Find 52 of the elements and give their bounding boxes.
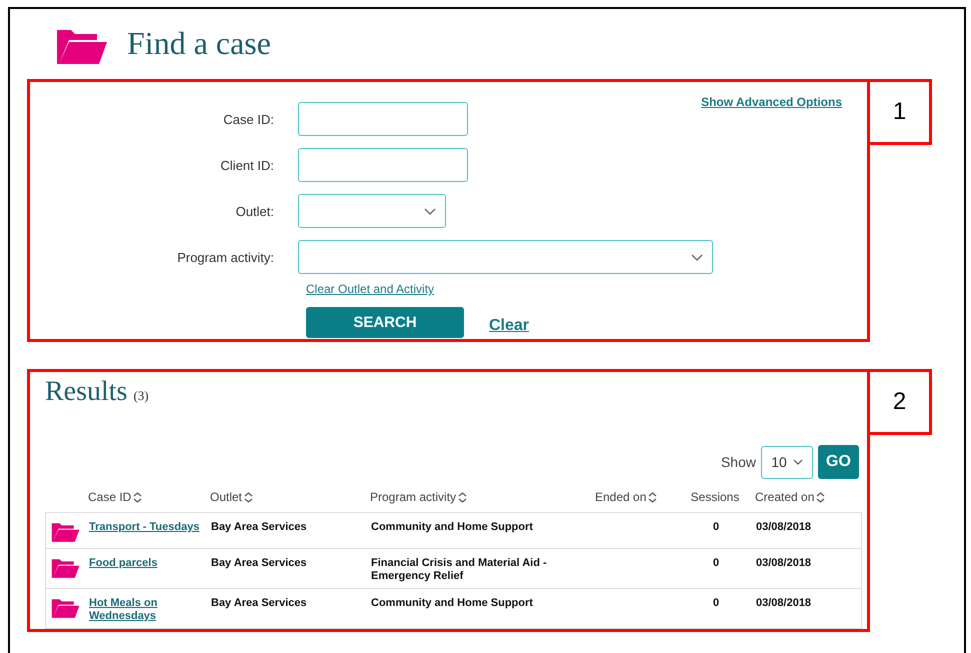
sort-icon[interactable]: [133, 492, 142, 502]
text-field[interactable]: [298, 102, 468, 136]
table-cell: Bay Area Services: [211, 521, 307, 533]
table-cell: 03/08/2018: [756, 557, 812, 569]
table-cell: Community and Home Support: [371, 597, 533, 609]
folder-icon: [50, 597, 80, 619]
clear-outlet-activity-link[interactable]: Clear Outlet and Activity: [306, 282, 434, 296]
column-header[interactable]: Program activity: [370, 490, 456, 504]
chevron-down-icon: [424, 208, 436, 214]
results-count: (3): [133, 388, 149, 404]
field-label: Case ID:: [222, 112, 274, 126]
case-link[interactable]: Food parcels: [89, 557, 158, 570]
text-field[interactable]: [298, 148, 468, 182]
folder-icon: [50, 521, 80, 543]
dropdown-field[interactable]: [298, 240, 713, 274]
table-cell: 03/08/2018: [756, 597, 812, 609]
table-cell: 03/08/2018: [756, 521, 812, 533]
table-cell: Bay Area Services: [211, 557, 307, 569]
table-cell: Bay Area Services: [211, 597, 307, 609]
column-header[interactable]: Case ID: [88, 490, 132, 504]
field-label: Program activity:: [176, 250, 274, 264]
table-cell: 0: [712, 557, 720, 569]
callout-number: 2: [867, 369, 932, 435]
table-cell: 0: [712, 521, 720, 533]
go-button[interactable]: GO: [818, 445, 859, 479]
show-label: Show: [720, 454, 756, 470]
table-cell: Community and Home Support: [371, 521, 533, 533]
field-label: Client ID:: [220, 158, 274, 172]
column-header[interactable]: Outlet: [210, 490, 242, 504]
case-link[interactable]: Transport - Tuesdays: [89, 521, 200, 534]
table-cell: Financial Crisis and Material Aid - Emergency Relief: [371, 557, 547, 582]
sort-icon[interactable]: [648, 492, 658, 502]
callout-number: 1: [867, 79, 932, 145]
column-header[interactable]: Ended on: [595, 490, 646, 504]
dropdown-field[interactable]: [298, 194, 446, 228]
chevron-down-icon: [691, 254, 703, 260]
folder-icon: [50, 557, 80, 579]
sort-icon[interactable]: [458, 492, 468, 502]
field-label: Outlet:: [234, 204, 274, 218]
table-cell: 0: [712, 597, 720, 609]
page-title: Find a case: [127, 24, 271, 62]
results-title: Results: [45, 376, 128, 408]
page-size-dropdown[interactable]: 10: [761, 446, 813, 478]
column-header: Sessions: [690, 490, 740, 504]
sort-icon[interactable]: [816, 492, 826, 502]
case-link[interactable]: Hot Meals on Wednesdays: [89, 597, 206, 623]
search-button[interactable]: SEARCH: [306, 307, 464, 338]
column-header[interactable]: Created on: [755, 490, 814, 504]
sort-icon[interactable]: [244, 492, 254, 502]
show-advanced-options-link[interactable]: Show Advanced Options: [701, 95, 842, 109]
clear-link[interactable]: Clear: [489, 316, 530, 334]
chevron-down-icon: [792, 459, 803, 465]
